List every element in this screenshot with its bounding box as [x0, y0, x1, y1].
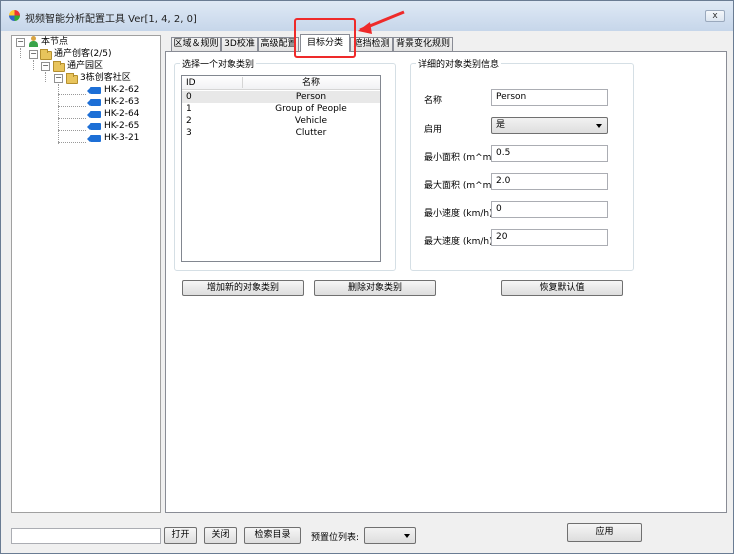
- max-area-label: 最大面积 (m^m): [424, 181, 495, 191]
- highlight-box: [294, 18, 356, 58]
- tree-node-camera[interactable]: HK-2-63: [12, 96, 160, 108]
- tree-node-label: 本节点: [41, 37, 69, 47]
- list-row-selected[interactable]: 0 Person: [182, 91, 380, 103]
- tab-background-change-rules[interactable]: 背景变化规则: [393, 37, 453, 51]
- column-header-name[interactable]: 名称: [242, 76, 380, 90]
- window-title: 视频智能分析配置工具 Ver[1, 4, 2, 0]: [25, 14, 197, 25]
- name-field[interactable]: Person: [491, 89, 608, 106]
- collapse-icon[interactable]: −: [29, 50, 38, 59]
- row-name: Person: [295, 92, 327, 102]
- tree-node-label: HK-2-62: [104, 85, 140, 95]
- row-id: 0: [186, 92, 192, 102]
- tree-node-camera[interactable]: HK-3-21: [12, 132, 160, 144]
- tree-node-camera[interactable]: HK-2-65: [12, 120, 160, 132]
- enable-select-value: 是: [496, 120, 506, 130]
- name-label: 名称: [424, 96, 443, 106]
- tree-node-label: 3栋创客社区: [80, 73, 131, 83]
- class-details-group-label: 详细的对象类别信息: [416, 57, 502, 70]
- tree-node-label: HK-2-64: [104, 109, 140, 119]
- camera-icon: [87, 123, 101, 130]
- tab-content-panel: 选择一个对象类别 ID 名称 0 Person 1 Group of Peopl…: [165, 51, 727, 513]
- tree-node-label: HK-3-21: [104, 133, 140, 143]
- folder-icon: [53, 61, 65, 72]
- tree-node-label: 通产创客(2/5): [54, 49, 112, 59]
- min-speed-field[interactable]: 0: [491, 201, 608, 218]
- max-speed-field[interactable]: 20: [491, 229, 608, 246]
- row-name: Vehicle: [294, 116, 328, 126]
- tree-node-label: HK-2-65: [104, 121, 140, 131]
- collapse-icon[interactable]: −: [54, 74, 63, 83]
- person-icon: [28, 36, 38, 47]
- object-class-list[interactable]: ID 名称 0 Person 1 Group of People 2 Vehic…: [181, 75, 381, 262]
- column-header-id[interactable]: ID: [186, 76, 196, 90]
- dropdown-arrow-icon: [404, 534, 410, 538]
- client-area: − 本节点 − 通产创客(2/5) − 通产园区 − 3栋创客社区 HK-2-6…: [8, 31, 727, 548]
- main-window: 视频智能分析配置工具 Ver[1, 4, 2, 0] x − 本节点 − 通产创…: [0, 0, 734, 554]
- camera-icon: [87, 99, 101, 106]
- max-area-field[interactable]: 2.0: [491, 173, 608, 190]
- close-button[interactable]: 关闭: [204, 527, 237, 544]
- folder-icon: [40, 49, 52, 60]
- row-name: Clutter: [295, 128, 327, 138]
- min-area-field[interactable]: 0.5: [491, 145, 608, 162]
- browse-directory-button[interactable]: 检索目录: [244, 527, 301, 544]
- list-row[interactable]: 3 Clutter: [182, 127, 380, 139]
- restore-defaults-button[interactable]: 恢复默认值: [501, 280, 623, 296]
- row-id: 1: [186, 104, 192, 114]
- tab-occlusion-detection[interactable]: 遮挡检测: [350, 37, 393, 51]
- tree-node-camera[interactable]: HK-2-62: [12, 84, 160, 96]
- list-row[interactable]: 2 Vehicle: [182, 115, 380, 127]
- tree-node-group[interactable]: − 通产创客(2/5): [12, 48, 160, 60]
- row-id: 3: [186, 128, 192, 138]
- collapse-icon[interactable]: −: [16, 38, 25, 47]
- preset-list-label: 预置位列表:: [311, 533, 360, 543]
- enable-label: 启用: [424, 125, 443, 135]
- tree-node-park[interactable]: − 通产园区: [12, 60, 160, 72]
- row-id: 2: [186, 116, 192, 126]
- bottom-text-field[interactable]: [11, 528, 161, 544]
- folder-icon: [66, 73, 78, 84]
- app-icon: [9, 10, 20, 21]
- row-name: Group of People: [275, 104, 347, 114]
- camera-icon: [87, 135, 101, 142]
- camera-icon: [87, 111, 101, 118]
- camera-icon: [87, 87, 101, 94]
- tab-advanced-config[interactable]: 高级配置: [258, 37, 299, 51]
- device-tree[interactable]: − 本节点 − 通产创客(2/5) − 通产园区 − 3栋创客社区 HK-2-6…: [11, 35, 161, 513]
- preset-list-select[interactable]: [364, 527, 416, 544]
- tree-node-label: 通产园区: [67, 61, 104, 71]
- class-list-group-label: 选择一个对象类别: [180, 57, 257, 70]
- tree-node-camera[interactable]: HK-2-64: [12, 108, 160, 120]
- min-area-label: 最小面积 (m^m): [424, 153, 495, 163]
- tree-node-community[interactable]: − 3栋创客社区: [12, 72, 160, 84]
- window-close-button[interactable]: x: [705, 10, 725, 22]
- max-speed-label: 最大速度 (km/h): [424, 237, 493, 247]
- apply-button[interactable]: 应用: [567, 523, 642, 542]
- collapse-icon[interactable]: −: [41, 62, 50, 71]
- delete-class-button[interactable]: 删除对象类别: [314, 280, 436, 296]
- red-arrow-icon: [358, 10, 405, 34]
- min-speed-label: 最小速度 (km/h): [424, 209, 493, 219]
- add-class-button[interactable]: 增加新的对象类别: [182, 280, 304, 296]
- tree-node-root[interactable]: − 本节点: [12, 36, 160, 48]
- dropdown-arrow-icon: [596, 124, 602, 128]
- enable-select[interactable]: 是: [491, 117, 608, 134]
- list-header: ID 名称: [182, 76, 380, 90]
- tab-region-rules[interactable]: 区域＆规则: [171, 37, 221, 51]
- list-row[interactable]: 1 Group of People: [182, 103, 380, 115]
- tab-3d-calibration[interactable]: 3D校准: [221, 37, 258, 51]
- open-button[interactable]: 打开: [164, 527, 197, 544]
- tree-node-label: HK-2-63: [104, 97, 140, 107]
